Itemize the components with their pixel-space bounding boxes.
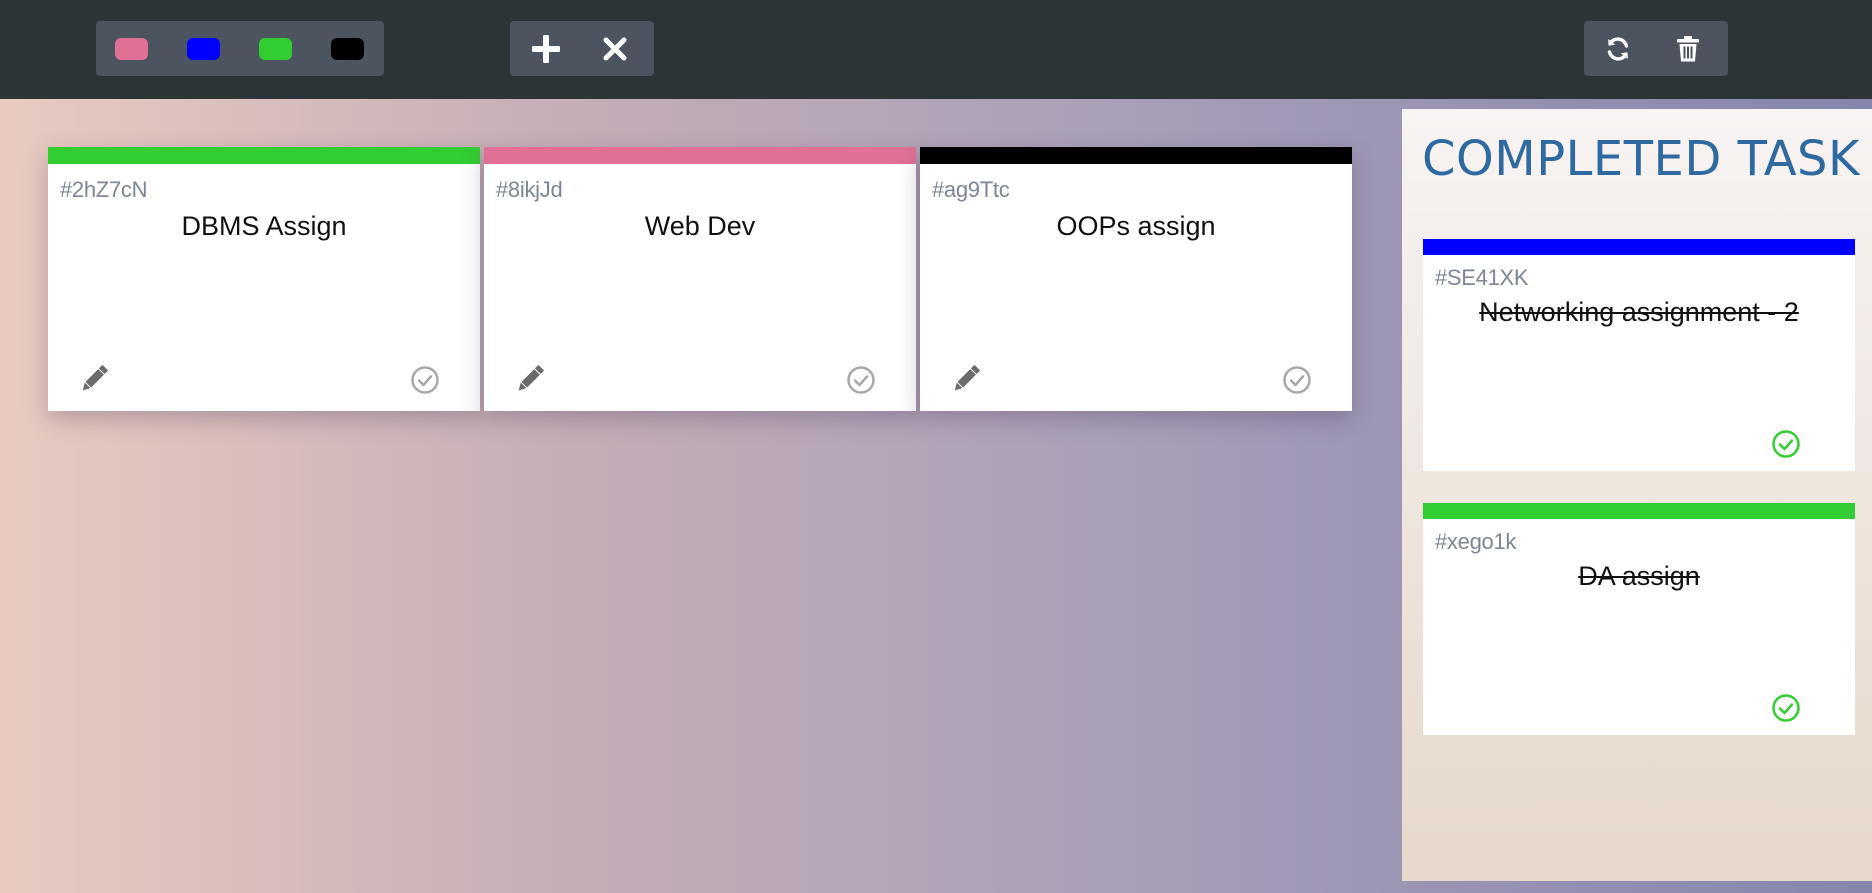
ticket-card[interactable]: #ag9Ttc OOPs assign xyxy=(920,147,1352,411)
trash-icon xyxy=(1677,35,1699,61)
utility-actions-group xyxy=(1584,21,1728,76)
ticket-title: Networking assignment - 2 xyxy=(1479,297,1799,327)
ticket-title[interactable]: DBMS Assign xyxy=(48,211,480,242)
ticket-title[interactable]: Web Dev xyxy=(484,211,916,242)
color-filter-pink[interactable] xyxy=(115,38,148,60)
completed-ticket-card[interactable]: #xego1k DA assign xyxy=(1423,503,1855,735)
refresh-button[interactable] xyxy=(1588,21,1648,76)
edit-ticket-button[interactable] xyxy=(76,361,112,397)
check-circle-icon xyxy=(1772,694,1800,722)
edit-ticket-button[interactable] xyxy=(512,361,548,397)
pencil-icon xyxy=(518,364,545,391)
top-toolbar xyxy=(0,0,1872,99)
ticket-id: #2hZ7cN xyxy=(60,177,148,202)
mark-complete-button[interactable] xyxy=(410,365,440,395)
refresh-icon xyxy=(1607,36,1629,61)
mark-complete-button[interactable] xyxy=(846,365,876,395)
ticket-actions-group xyxy=(510,21,654,76)
completed-tasks-panel: COMPLETED TASK #SE41XK Networking assign… xyxy=(1402,109,1872,881)
color-filter-black[interactable] xyxy=(331,38,364,60)
completed-check-button[interactable] xyxy=(1771,693,1801,723)
ticket-color-bar xyxy=(48,147,480,164)
ticket-title: DA assign xyxy=(1578,561,1700,591)
delete-all-button[interactable] xyxy=(1658,21,1718,76)
ticket-color-bar xyxy=(1423,239,1855,255)
pencil-icon xyxy=(82,364,109,391)
mark-complete-button[interactable] xyxy=(1282,365,1312,395)
ticket-card[interactable]: #2hZ7cN DBMS Assign xyxy=(48,147,480,411)
check-circle-icon xyxy=(1772,430,1800,458)
completed-ticket-card[interactable]: #SE41XK Networking assignment - 2 xyxy=(1423,239,1855,471)
remove-ticket-button[interactable] xyxy=(585,21,645,76)
check-circle-icon xyxy=(1283,366,1311,394)
color-filter-blue[interactable] xyxy=(187,38,220,60)
plus-icon xyxy=(532,34,560,63)
color-filter-group xyxy=(96,21,384,76)
ticket-color-bar xyxy=(920,147,1352,164)
close-icon xyxy=(603,37,627,60)
pencil-icon xyxy=(954,364,981,391)
ticket-id: #SE41XK xyxy=(1435,265,1529,290)
ticket-title[interactable]: OOPs assign xyxy=(920,211,1352,242)
ticket-id: #xego1k xyxy=(1435,529,1517,554)
edit-ticket-button[interactable] xyxy=(948,361,984,397)
ticket-color-bar xyxy=(484,147,916,164)
ticket-color-bar xyxy=(1423,503,1855,519)
ticket-card[interactable]: #8ikjJd Web Dev xyxy=(484,147,916,411)
ticket-id: #8ikjJd xyxy=(496,177,563,202)
add-ticket-button[interactable] xyxy=(516,21,576,76)
ticket-board: #2hZ7cN DBMS Assign #8ikjJd Web Dev #ag9… xyxy=(0,99,1402,893)
ticket-id: #ag9Ttc xyxy=(932,177,1010,202)
color-filter-green[interactable] xyxy=(259,38,292,60)
completed-panel-title: COMPLETED TASK xyxy=(1422,131,1860,187)
check-circle-icon xyxy=(411,366,439,394)
check-circle-icon xyxy=(847,366,875,394)
completed-check-button[interactable] xyxy=(1771,429,1801,459)
